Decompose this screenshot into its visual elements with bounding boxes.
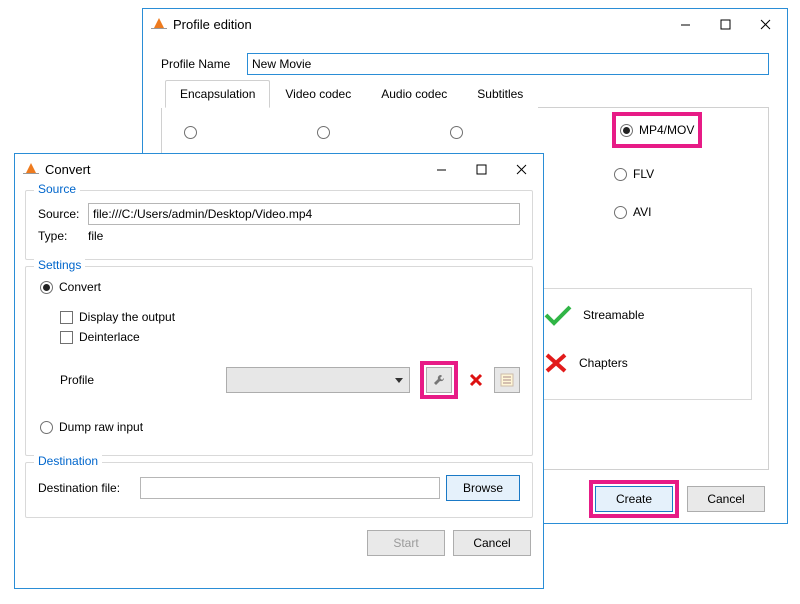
source-legend: Source	[34, 182, 80, 196]
wrench-icon	[432, 373, 446, 387]
radio-convert-label: Convert	[59, 280, 101, 294]
maximize-button[interactable]	[705, 10, 745, 38]
radio-flv[interactable]: FLV	[612, 162, 742, 186]
create-highlight: Create	[589, 480, 679, 518]
radio-avi-label: AVI	[633, 205, 651, 219]
convert-close[interactable]	[501, 155, 541, 183]
chapters-label: Chapters	[579, 356, 628, 370]
create-button[interactable]: Create	[595, 486, 673, 512]
dest-file-label: Destination file:	[38, 481, 134, 495]
vlc-icon	[23, 161, 39, 177]
titlebar: Profile edition	[143, 9, 787, 39]
convert-window: Convert Source Source: Type: file Settin…	[14, 153, 544, 589]
radio-mp4mov[interactable]: MP4/MOV	[618, 118, 696, 142]
check-deinterlace[interactable]: Deinterlace	[60, 327, 520, 347]
convert-titlebar: Convert	[15, 154, 543, 184]
hidden-radio-1[interactable]	[184, 126, 197, 139]
edit-profile-button[interactable]	[426, 367, 452, 393]
new-profile-button[interactable]	[494, 367, 520, 393]
deinterlace-label: Deinterlace	[79, 330, 140, 344]
convert-title: Convert	[45, 162, 421, 177]
tab-audio-codec[interactable]: Audio codec	[366, 80, 462, 108]
start-button[interactable]: Start	[367, 530, 445, 556]
source-input[interactable]	[88, 203, 520, 225]
check-display-output[interactable]: Display the output	[60, 307, 520, 327]
chevron-down-icon	[395, 378, 403, 383]
settings-group: Settings Convert Display the output Dein…	[25, 266, 533, 456]
dump-raw-label: Dump raw input	[59, 420, 143, 434]
radio-convert[interactable]: Convert	[38, 275, 520, 299]
convert-maximize[interactable]	[461, 155, 501, 183]
hidden-radio-3[interactable]	[450, 126, 463, 139]
profile-cancel-button[interactable]: Cancel	[687, 486, 765, 512]
radio-avi[interactable]: AVI	[612, 200, 742, 224]
minimize-button[interactable]	[665, 10, 705, 38]
x-icon	[543, 351, 569, 375]
delete-profile-icon[interactable]	[468, 372, 484, 388]
vlc-icon	[151, 16, 167, 32]
close-button[interactable]	[745, 10, 785, 38]
browse-button[interactable]: Browse	[446, 475, 520, 501]
profile-dropdown[interactable]	[226, 367, 410, 393]
destination-legend: Destination	[34, 454, 102, 468]
destination-group: Destination Destination file: Browse	[25, 462, 533, 518]
profile-label: Profile	[60, 373, 120, 387]
radio-flv-label: FLV	[633, 167, 654, 181]
settings-legend: Settings	[34, 258, 85, 272]
type-label: Type:	[38, 229, 82, 243]
list-icon	[500, 373, 514, 387]
radio-dump-raw[interactable]: Dump raw input	[38, 415, 520, 439]
source-group: Source Source: Type: file	[25, 190, 533, 260]
profile-name-input[interactable]	[247, 53, 769, 75]
convert-minimize[interactable]	[421, 155, 461, 183]
radio-mp4mov-label: MP4/MOV	[639, 123, 694, 137]
profile-name-label: Profile Name	[161, 57, 241, 71]
wrench-highlight	[420, 361, 458, 399]
check-icon	[543, 303, 573, 327]
window-title: Profile edition	[173, 17, 665, 32]
display-output-label: Display the output	[79, 310, 175, 324]
dest-file-input[interactable]	[140, 477, 440, 499]
tab-video-codec[interactable]: Video codec	[270, 80, 366, 108]
hidden-radio-2[interactable]	[317, 126, 330, 139]
streamable-label: Streamable	[583, 308, 644, 322]
source-label: Source:	[38, 207, 82, 221]
type-value: file	[88, 229, 103, 243]
convert-cancel-button[interactable]: Cancel	[453, 530, 531, 556]
tab-encapsulation[interactable]: Encapsulation	[165, 80, 270, 108]
tab-subtitles[interactable]: Subtitles	[462, 80, 538, 108]
